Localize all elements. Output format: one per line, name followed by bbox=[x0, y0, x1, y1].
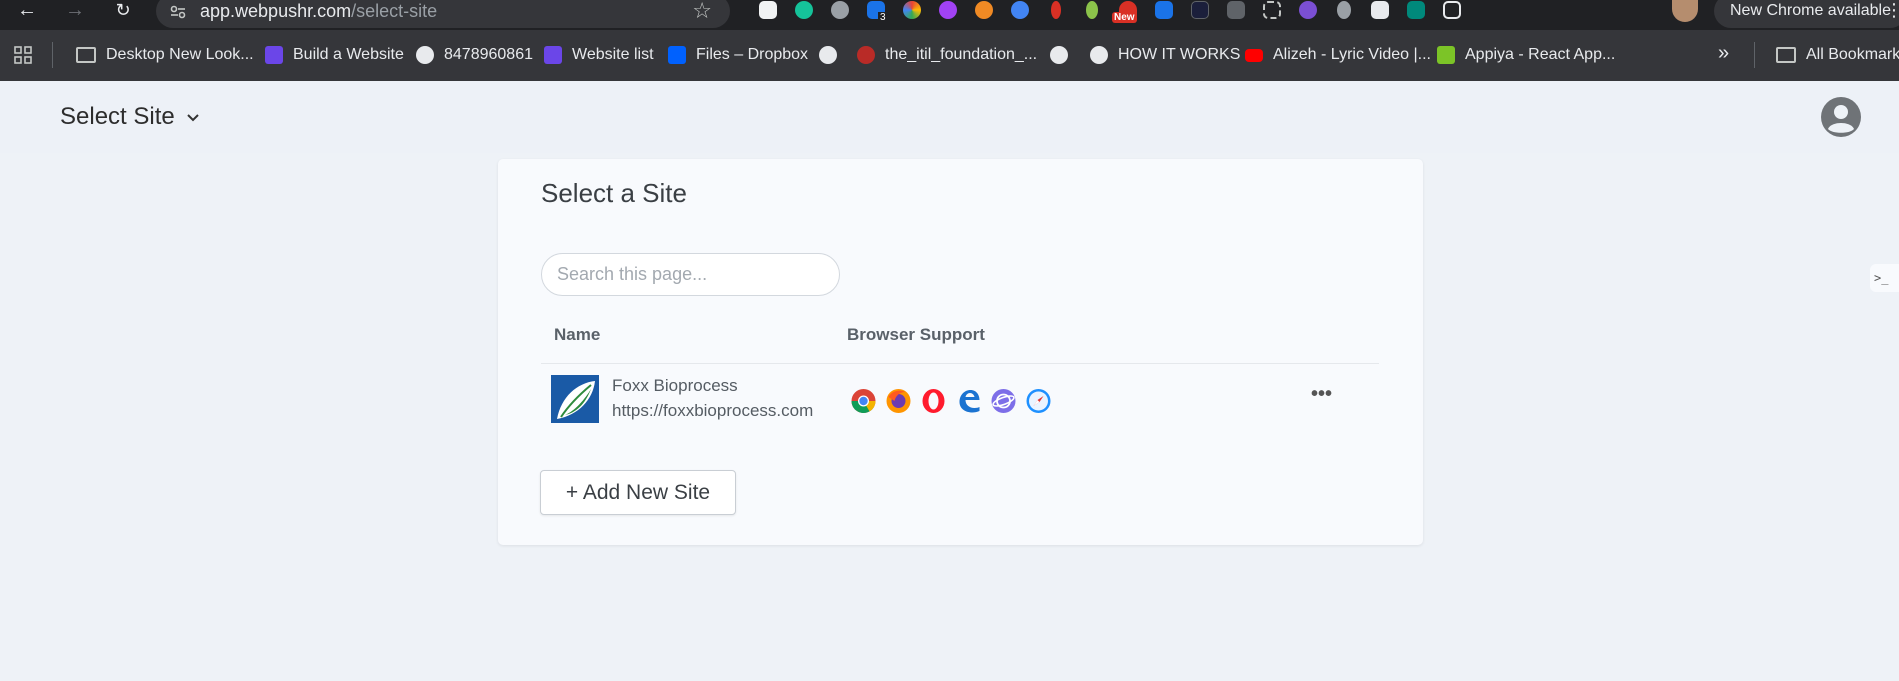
firefox-icon bbox=[886, 389, 911, 413]
apps-grid-icon[interactable] bbox=[14, 46, 32, 64]
bookmark-item[interactable]: Files – Dropbox bbox=[668, 43, 808, 67]
page-title: Select a Site bbox=[541, 178, 687, 208]
bookmark-label: All Bookmarks bbox=[1806, 46, 1899, 63]
chrome-icon bbox=[851, 389, 876, 414]
browser-support-icons bbox=[846, 388, 1056, 414]
edge-icon bbox=[959, 390, 980, 413]
appiya-icon bbox=[1437, 46, 1455, 64]
extension-icon[interactable] bbox=[1362, 0, 1398, 24]
app-header: Select Site bbox=[0, 81, 1899, 153]
bookmark-label: 8478960861 bbox=[444, 46, 533, 63]
bookmark-star-icon[interactable]: ☆ bbox=[692, 0, 712, 24]
search-input[interactable] bbox=[541, 253, 840, 296]
globe-icon bbox=[1050, 46, 1068, 64]
extension-icon[interactable] bbox=[1326, 0, 1362, 24]
extension-icon[interactable]: New bbox=[1110, 0, 1146, 24]
bookmark-item[interactable]: 8478960861 bbox=[416, 43, 533, 67]
bookmark-label: Build a Website bbox=[293, 46, 404, 63]
row-more-options-button[interactable]: ••• bbox=[1311, 383, 1332, 406]
extension-icon[interactable] bbox=[1398, 0, 1434, 24]
bookmark-label: Alizeh - Lyric Video |... bbox=[1273, 46, 1431, 63]
select-site-card: Select a Site Name Browser Support Foxx … bbox=[498, 159, 1423, 545]
globe-icon bbox=[416, 46, 434, 64]
bookmark-label: the_itil_foundation_... bbox=[885, 46, 1038, 63]
site-logo-leaf-icon bbox=[551, 375, 599, 423]
extension-icon[interactable] bbox=[930, 0, 966, 24]
more-bookmarks-icon[interactable]: » bbox=[1718, 42, 1729, 65]
screenshot-icon[interactable] bbox=[1254, 0, 1290, 24]
reload-icon[interactable]: ↻ bbox=[110, 0, 136, 22]
opera-icon bbox=[922, 389, 945, 413]
site-select-label: Select Site bbox=[60, 103, 175, 130]
chrome-menu-icon[interactable]: ⋮ bbox=[1885, 0, 1899, 21]
browser-toolbar: ← → ↻ app.webpushr.com/select-site ☆ 3 N… bbox=[0, 0, 1899, 30]
globe-icon bbox=[1090, 46, 1108, 64]
url-text: app.webpushr.com/select-site bbox=[200, 1, 438, 21]
extension-icon[interactable] bbox=[1074, 0, 1110, 24]
bookmark-label: Desktop New Look... bbox=[106, 46, 254, 63]
safari-icon bbox=[1026, 389, 1051, 413]
site-info-icon[interactable] bbox=[168, 2, 188, 22]
bookmark-item[interactable]: Appiya - React App... bbox=[1437, 43, 1615, 67]
dropbox-icon bbox=[668, 46, 686, 64]
bookmark-label: Website list bbox=[572, 46, 654, 63]
back-icon[interactable]: ← bbox=[14, 0, 40, 22]
site-select-dropdown[interactable]: Select Site bbox=[60, 103, 201, 131]
checkbox-extension-icon[interactable] bbox=[1146, 0, 1182, 24]
divider bbox=[1754, 42, 1755, 68]
youtube-icon bbox=[1245, 48, 1263, 62]
bookmark-item[interactable]: All Bookmarks bbox=[1776, 43, 1899, 67]
bookmark-item[interactable]: Desktop New Look... bbox=[76, 43, 254, 67]
extensions-row: 3 New bbox=[750, 0, 1470, 24]
color-picker-icon[interactable] bbox=[894, 0, 930, 24]
bookmark-item[interactable] bbox=[1050, 43, 1078, 67]
bookmarks-bar: Desktop New Look... Build a Website 8478… bbox=[0, 30, 1899, 81]
globe-icon bbox=[819, 46, 837, 64]
address-bar[interactable]: app.webpushr.com/select-site ☆ bbox=[156, 0, 730, 28]
chevron-down-icon bbox=[187, 114, 199, 122]
extension-icon[interactable] bbox=[1290, 0, 1326, 24]
column-header-browser-support: Browser Support bbox=[847, 325, 985, 344]
folder-icon bbox=[76, 47, 96, 63]
puzzle-icon[interactable] bbox=[1434, 0, 1470, 24]
bolt-extension-icon[interactable] bbox=[822, 0, 858, 24]
new-chrome-available-button[interactable]: New Chrome available bbox=[1714, 0, 1899, 28]
extension-icon[interactable] bbox=[1182, 0, 1218, 24]
bookmark-label: Files – Dropbox bbox=[696, 46, 809, 63]
bookmark-label: Appiya - React App... bbox=[1465, 46, 1616, 63]
divider bbox=[52, 42, 53, 68]
user-account-icon[interactable] bbox=[1820, 96, 1862, 138]
grammarly-icon[interactable] bbox=[786, 0, 822, 24]
extension-icon[interactable] bbox=[1038, 0, 1074, 24]
bookmark-item[interactable]: the_itil_foundation_... bbox=[857, 43, 1037, 67]
add-new-site-button[interactable]: + Add New Site bbox=[540, 470, 736, 515]
extension-icon[interactable]: 3 bbox=[858, 0, 894, 24]
extension-icon[interactable] bbox=[750, 0, 786, 24]
site-name[interactable]: Foxx Bioprocess bbox=[612, 376, 738, 396]
profile-avatar[interactable] bbox=[1672, 0, 1698, 22]
webflow-icon bbox=[265, 46, 283, 64]
bookmark-item[interactable]: Website list bbox=[544, 43, 654, 67]
extension-icon[interactable] bbox=[1002, 0, 1038, 24]
console-toggle-icon[interactable]: >_ bbox=[1870, 264, 1899, 292]
site-url: https://foxxbioprocess.com bbox=[612, 401, 814, 420]
column-header-name: Name bbox=[554, 325, 601, 344]
webflow-icon bbox=[544, 46, 562, 64]
bookmark-item[interactable]: Build a Website bbox=[265, 43, 404, 67]
bookmark-item[interactable]: Alizeh - Lyric Video |... bbox=[1245, 43, 1431, 67]
divider bbox=[541, 363, 1379, 364]
bookmark-item[interactable]: HOW IT WORKS bbox=[1090, 43, 1240, 67]
bookmark-label: HOW IT WORKS bbox=[1118, 46, 1241, 63]
extension-icon[interactable] bbox=[966, 0, 1002, 24]
extension-icon[interactable] bbox=[1218, 0, 1254, 24]
forward-icon[interactable]: → bbox=[62, 0, 88, 22]
bookmark-item[interactable] bbox=[819, 43, 847, 67]
samsung-internet-icon bbox=[991, 389, 1016, 413]
folder-icon bbox=[1776, 47, 1796, 63]
quora-icon bbox=[857, 46, 875, 64]
